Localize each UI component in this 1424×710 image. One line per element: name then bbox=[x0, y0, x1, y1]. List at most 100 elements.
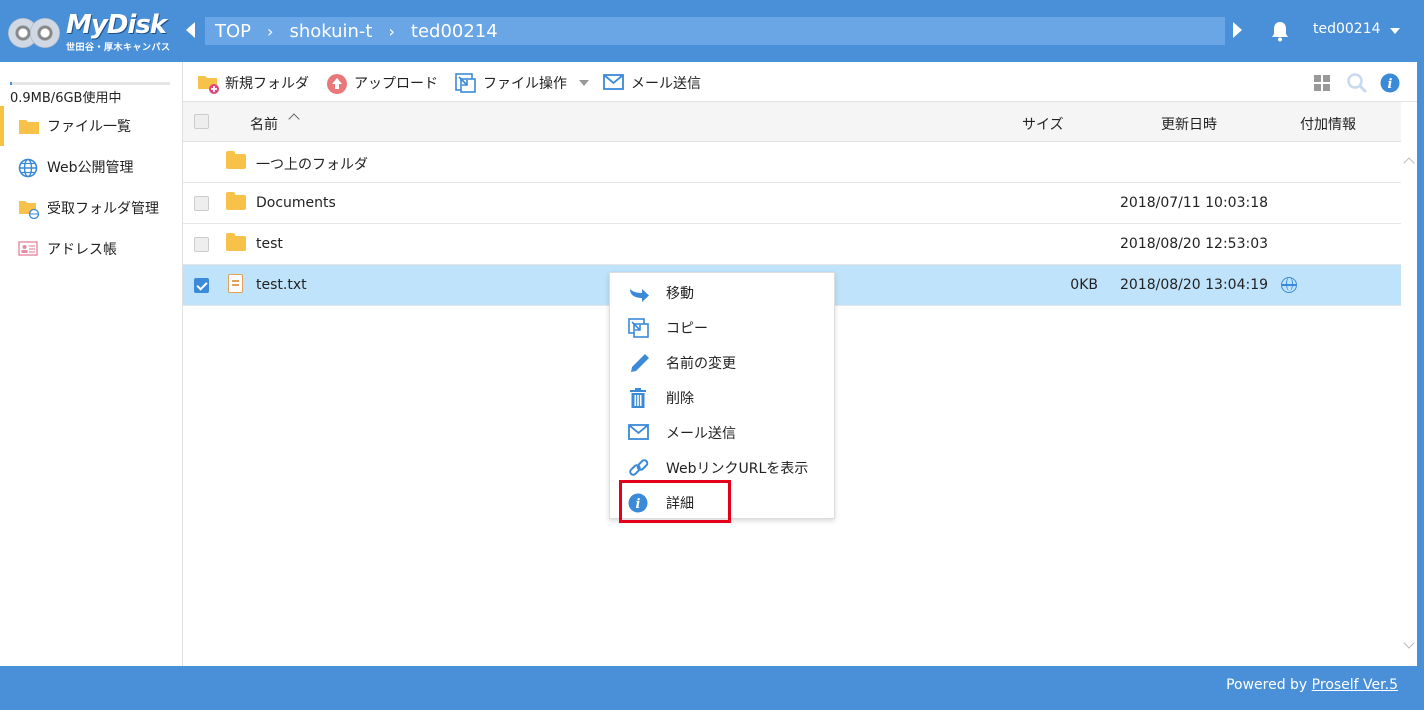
text-file-icon bbox=[228, 274, 243, 293]
context-menu-details[interactable]: i 詳細 bbox=[610, 485, 834, 520]
breadcrumb-top[interactable]: TOP bbox=[215, 21, 251, 42]
breadcrumb: TOP › shokuin-t › ted00214 bbox=[205, 17, 1225, 45]
breadcrumb-separator-icon: › bbox=[388, 21, 395, 41]
row-updated: 2018/08/20 13:04:19 bbox=[1120, 277, 1269, 293]
info-icon: i bbox=[628, 493, 650, 513]
column-info: 付加情報 bbox=[1300, 117, 1356, 133]
nav-back-icon[interactable] bbox=[186, 22, 195, 38]
context-menu-label: WebリンクURLを表示 bbox=[666, 460, 809, 477]
row-name[interactable]: test bbox=[256, 236, 283, 252]
folder-icon bbox=[18, 117, 40, 135]
scroll-up-icon[interactable] bbox=[1403, 157, 1415, 169]
upload-button[interactable]: アップロード bbox=[326, 72, 438, 94]
user-menu[interactable]: ted00214 bbox=[1313, 21, 1381, 37]
mail-icon bbox=[628, 423, 650, 443]
sort-ascending-icon[interactable] bbox=[288, 113, 300, 125]
info-icon[interactable]: i bbox=[1380, 73, 1400, 93]
row-name[interactable]: test.txt bbox=[256, 277, 307, 293]
globe-icon bbox=[18, 158, 40, 178]
sidebar: 0.9MB/6GB使用中 ファイル一覧 Web公開管理 受取フォルダ管理 アドレ… bbox=[0, 62, 183, 666]
chevron-down-icon bbox=[579, 80, 589, 86]
toolbar: 新規フォルダ アップロード ファイル操作 メール送信 i bbox=[183, 62, 1417, 102]
sidebar-item-file-list[interactable]: ファイル一覧 bbox=[0, 106, 182, 146]
logo[interactable]: MyDisk 世田谷・厚木キャンパス bbox=[8, 6, 178, 56]
upload-icon bbox=[326, 73, 348, 94]
usage-bar bbox=[10, 82, 170, 85]
new-folder-button[interactable]: 新規フォルダ bbox=[197, 72, 309, 94]
bell-icon[interactable] bbox=[1270, 20, 1290, 42]
context-menu-move[interactable]: 移動 bbox=[610, 275, 834, 310]
select-all-checkbox[interactable] bbox=[194, 114, 209, 129]
rename-icon bbox=[628, 353, 650, 373]
row-checkbox[interactable] bbox=[194, 237, 209, 252]
scroll-down-icon[interactable] bbox=[1403, 637, 1415, 649]
svg-text:i: i bbox=[636, 497, 641, 512]
context-menu-label: メール送信 bbox=[666, 425, 736, 442]
sidebar-item-label: ファイル一覧 bbox=[47, 119, 131, 135]
file-operations-dropdown[interactable]: ファイル操作 bbox=[455, 72, 589, 94]
context-menu-web-link[interactable]: WebリンクURLを表示 bbox=[610, 450, 834, 485]
receive-folder-icon bbox=[18, 199, 40, 220]
upload-label: アップロード bbox=[354, 76, 438, 92]
copy-icon bbox=[628, 317, 650, 338]
context-menu-rename[interactable]: 名前の変更 bbox=[610, 345, 834, 380]
search-icon[interactable] bbox=[1346, 72, 1368, 94]
logo-text: MyDisk bbox=[66, 10, 167, 40]
column-updated[interactable]: 更新日時 bbox=[1161, 114, 1217, 134]
context-menu-label: 削除 bbox=[666, 390, 694, 407]
column-name[interactable]: 名前 bbox=[250, 114, 278, 134]
chevron-down-icon[interactable] bbox=[1390, 28, 1400, 34]
grid-view-icon[interactable] bbox=[1313, 74, 1331, 92]
sidebar-item-web-public[interactable]: Web公開管理 bbox=[0, 147, 182, 187]
table-header: 名前 サイズ 更新日時 付加情報 bbox=[183, 102, 1401, 142]
footer-prefix: Powered by bbox=[1226, 677, 1312, 693]
breadcrumb-separator-icon: › bbox=[267, 21, 274, 41]
web-public-globe-icon[interactable] bbox=[1281, 277, 1297, 293]
row-size: 0KB bbox=[1070, 277, 1098, 293]
sidebar-item-label: Web公開管理 bbox=[47, 160, 134, 176]
context-menu: 移動 コピー 名前の変更 削除 メール送信 WebリンクURLを表示 i 詳細 bbox=[609, 272, 835, 519]
usage-bar-fill bbox=[10, 82, 12, 85]
breadcrumb-shokuin[interactable]: shokuin-t bbox=[289, 21, 372, 42]
move-icon bbox=[628, 283, 650, 303]
send-mail-label: メール送信 bbox=[631, 76, 701, 92]
folder-icon bbox=[226, 192, 246, 210]
row-updated: 2018/08/20 12:53:03 bbox=[1120, 236, 1269, 252]
row-name[interactable]: Documents bbox=[256, 195, 336, 211]
context-menu-delete[interactable]: 削除 bbox=[610, 380, 834, 415]
header-bar: MyDisk 世田谷・厚木キャンパス TOP › shokuin-t › ted… bbox=[0, 0, 1424, 62]
file-operations-label: ファイル操作 bbox=[483, 76, 567, 92]
row-checkbox-checked[interactable] bbox=[194, 278, 209, 293]
svg-text:i: i bbox=[1388, 77, 1393, 92]
mail-icon bbox=[603, 73, 625, 93]
row-checkbox[interactable] bbox=[194, 196, 209, 211]
window-frame bbox=[1417, 62, 1424, 666]
table-row[interactable]: Documents 2018/07/11 10:03:18 bbox=[183, 183, 1401, 224]
context-menu-label: 移動 bbox=[666, 285, 694, 302]
table-row[interactable]: test 2018/08/20 12:53:03 bbox=[183, 224, 1401, 265]
context-menu-label: 詳細 bbox=[666, 495, 694, 512]
scrollbar[interactable] bbox=[1401, 143, 1417, 666]
sidebar-item-label: アドレス帳 bbox=[47, 242, 117, 258]
breadcrumb-current[interactable]: ted00214 bbox=[411, 21, 498, 42]
sidebar-item-receive-folder[interactable]: 受取フォルダ管理 bbox=[0, 188, 182, 228]
send-mail-button[interactable]: メール送信 bbox=[603, 72, 701, 94]
folder-icon bbox=[226, 151, 246, 169]
folder-icon bbox=[226, 233, 246, 251]
table-row[interactable]: 一つ上のフォルダ bbox=[183, 142, 1401, 183]
footer-text: Powered by Proself Ver.5 bbox=[1226, 677, 1398, 693]
new-folder-label: 新規フォルダ bbox=[225, 76, 309, 92]
trash-icon bbox=[628, 387, 650, 408]
context-menu-copy[interactable]: コピー bbox=[610, 310, 834, 345]
logo-subtitle: 世田谷・厚木キャンパス bbox=[66, 43, 171, 53]
nav-forward-icon[interactable] bbox=[1233, 22, 1242, 38]
sidebar-item-address-book[interactable]: アドレス帳 bbox=[0, 229, 182, 269]
proself-link[interactable]: Proself Ver.5 bbox=[1312, 677, 1398, 693]
row-name[interactable]: 一つ上のフォルダ bbox=[256, 154, 368, 174]
usage-text: 0.9MB/6GB使用中 bbox=[10, 91, 122, 106]
footer: Powered by Proself Ver.5 bbox=[0, 666, 1424, 710]
file-operations-icon bbox=[455, 73, 477, 93]
context-menu-send-mail[interactable]: メール送信 bbox=[610, 415, 834, 450]
context-menu-label: コピー bbox=[666, 320, 708, 337]
column-size[interactable]: サイズ bbox=[1022, 114, 1064, 134]
